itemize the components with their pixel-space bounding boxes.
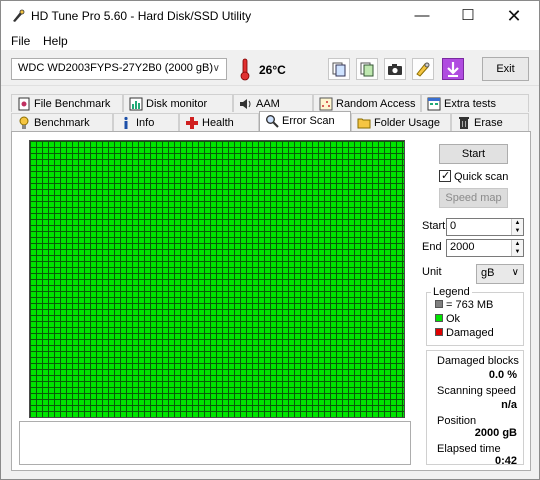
- tab-health[interactable]: Health: [179, 113, 259, 131]
- tab-file-benchmark[interactable]: File Benchmark: [11, 94, 123, 112]
- tab-extra-tests[interactable]: Extra tests: [421, 94, 529, 112]
- file-benchmark-icon: [18, 97, 30, 111]
- speed-map-button[interactable]: Speed map: [439, 188, 508, 208]
- legend-block-size: = 763 MB: [435, 299, 493, 311]
- scan-stats: Damaged blocks 0.0 % Scanning speed n/a …: [426, 350, 524, 467]
- legend-damaged: Damaged: [435, 327, 494, 339]
- tab-aam[interactable]: AAM: [233, 94, 313, 112]
- speaker-icon: [240, 99, 251, 109]
- end-spinbox[interactable]: 2000 ▲ ▼: [446, 239, 524, 257]
- quick-scan-label: Quick scan: [454, 171, 509, 183]
- green-swatch-icon: [435, 314, 443, 322]
- elapsed-time-label: Elapsed time: [437, 443, 501, 455]
- scan-block-map: [29, 140, 405, 418]
- unit-label: Unit: [422, 266, 442, 278]
- position-value: 2000 gB: [474, 427, 517, 439]
- title-bar: HD Tune Pro 5.60 - Hard Disk/SSD Utility…: [1, 1, 539, 31]
- chevron-down-icon: ∨: [212, 63, 220, 74]
- scanning-speed-value: n/a: [501, 399, 517, 411]
- menu-file[interactable]: File: [11, 34, 30, 48]
- benchmark-icon: [19, 116, 29, 129]
- checkbox-checked-icon[interactable]: [439, 169, 451, 182]
- app-window: HD Tune Pro 5.60 - Hard Disk/SSD Utility…: [0, 0, 540, 480]
- scanning-speed-label: Scanning speed: [437, 385, 516, 397]
- elapsed-time-value: 0:42: [494, 455, 517, 467]
- disk-monitor-icon: [129, 97, 143, 111]
- tab-folder-usage[interactable]: Folder Usage: [351, 113, 451, 131]
- damaged-blocks-value: 0.0 %: [488, 369, 517, 381]
- quick-scan-checkbox[interactable]: Quick scan: [439, 169, 509, 183]
- info-icon: [124, 116, 128, 129]
- chevron-down-icon: ∨: [511, 267, 519, 278]
- tab-error-scan[interactable]: Error Scan: [259, 111, 351, 131]
- tab-disk-monitor[interactable]: Disk monitor: [123, 94, 233, 112]
- start-value: 0: [450, 220, 457, 232]
- health-cross-icon: [186, 117, 198, 129]
- tab-info[interactable]: Info: [113, 113, 179, 131]
- end-value: 2000: [450, 241, 475, 253]
- drive-select-value: WDC WD2003FYPS-27Y2B0 (2000 gB): [18, 62, 214, 74]
- scan-log-area[interactable]: [19, 421, 411, 465]
- drive-select[interactable]: WDC WD2003FYPS-27Y2B0 (2000 gB) ∨: [11, 58, 227, 80]
- start-button[interactable]: Start: [439, 144, 508, 164]
- exit-button[interactable]: Exit: [482, 57, 529, 81]
- temperature-readout: 26°C: [259, 63, 286, 77]
- menu-help[interactable]: Help: [43, 34, 68, 48]
- tab-benchmark[interactable]: Benchmark: [11, 113, 113, 131]
- legend: Legend = 763 MB Ok Damaged: [426, 286, 524, 346]
- red-swatch-icon: [435, 328, 443, 336]
- error-scan-panel: Start Quick scan Speed map Start 0 ▲▼ En…: [11, 131, 531, 471]
- extra-tests-icon: [427, 97, 441, 111]
- tab-erase[interactable]: Erase: [451, 113, 529, 131]
- tab-row-bottom: Benchmark Info Health Error Scan Folder …: [11, 111, 531, 131]
- start-label: Start: [422, 220, 446, 232]
- trash-icon: [459, 117, 469, 129]
- spin-arrows-icon[interactable]: ▲ ▼: [511, 240, 523, 256]
- tab-random-access[interactable]: Random Access: [313, 94, 421, 112]
- thermometer-icon: [240, 58, 250, 81]
- window-title: HD Tune Pro 5.60 - Hard Disk/SSD Utility: [31, 9, 252, 23]
- spin-arrows-icon[interactable]: ▲ ▼: [511, 219, 523, 235]
- position-label: Position: [437, 415, 477, 427]
- tab-row-top: File Benchmark Disk monitor AAM Random A…: [11, 94, 531, 112]
- options-icon[interactable]: [412, 58, 434, 80]
- legend-title: Legend: [431, 286, 472, 298]
- copy-image-icon[interactable]: [356, 58, 378, 80]
- unit-select[interactable]: gB ∨: [476, 264, 524, 284]
- random-access-icon: [319, 97, 333, 111]
- toolbar: WDC WD2003FYPS-27Y2B0 (2000 gB) ∨ 26°C E…: [1, 50, 539, 86]
- close-button[interactable]: ✕: [491, 1, 537, 31]
- maximize-button[interactable]: ☐: [445, 1, 491, 31]
- legend-ok: Ok: [435, 313, 460, 325]
- gray-swatch-icon: [435, 300, 443, 308]
- download-icon[interactable]: [442, 58, 464, 80]
- start-spinbox[interactable]: 0 ▲ ▼: [446, 218, 524, 236]
- unit-value: gB: [481, 267, 495, 279]
- copy-text-icon[interactable]: [328, 58, 350, 80]
- app-logo-icon: [13, 9, 25, 22]
- minimize-button[interactable]: —: [399, 1, 445, 31]
- magnifier-icon: [266, 115, 279, 128]
- folder-icon: [357, 118, 371, 129]
- camera-icon[interactable]: [384, 58, 406, 80]
- end-label: End: [422, 241, 442, 253]
- menu-bar: File Help: [1, 31, 539, 50]
- damaged-blocks-label: Damaged blocks: [437, 355, 519, 367]
